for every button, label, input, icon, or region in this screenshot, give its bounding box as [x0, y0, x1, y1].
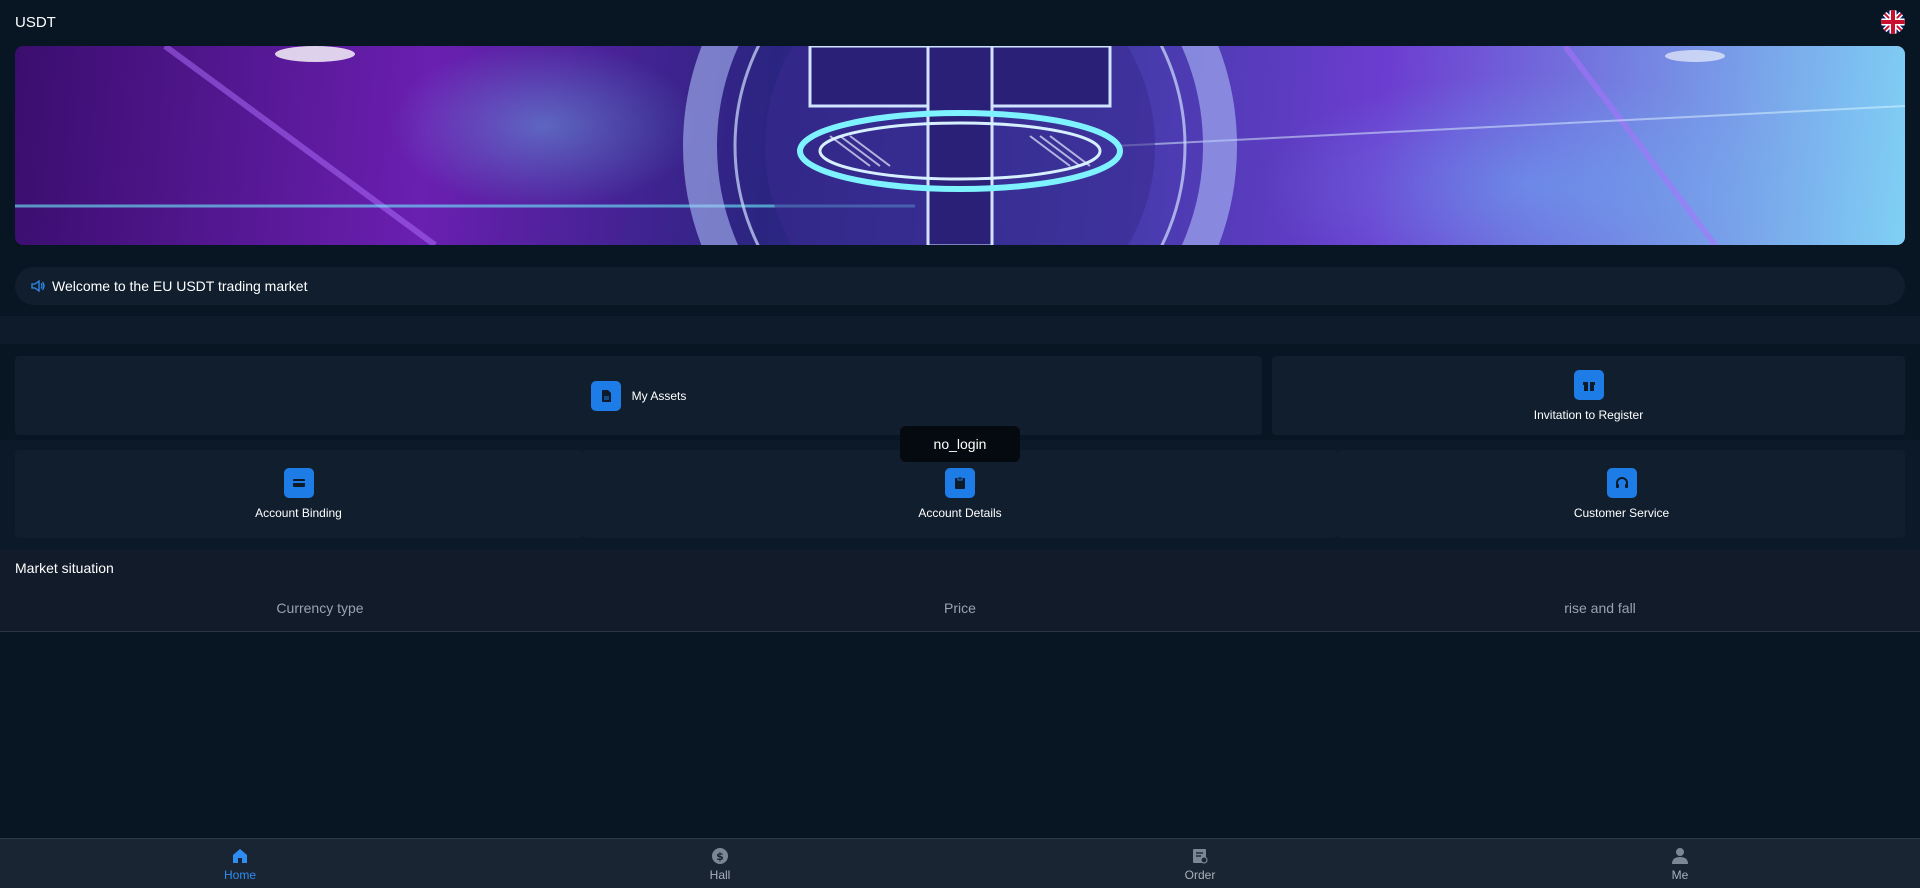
account-details-label: Account Details	[918, 506, 1002, 520]
tab-me[interactable]: Me	[1440, 839, 1920, 888]
app-title: USDT	[15, 13, 56, 31]
order-icon	[1190, 846, 1210, 866]
card-icon	[283, 468, 314, 498]
tab-label: Home	[223, 867, 256, 882]
notice-text: Welcome to the EU USDT trading market	[52, 278, 308, 294]
promo-banner[interactable]	[15, 46, 1905, 245]
user-icon	[1670, 846, 1690, 866]
column-header-currency: Currency type	[276, 600, 364, 616]
market-section: Market situation Currency type Price ris…	[0, 550, 1920, 632]
account-details-button[interactable]: Account Details	[582, 450, 1338, 538]
tab-order[interactable]: Order	[960, 839, 1440, 888]
market-title: Market situation	[15, 560, 114, 576]
header: USDT	[0, 0, 1920, 44]
svg-text:$: $	[716, 850, 724, 863]
headset-icon	[1606, 468, 1637, 498]
market-table-header: Currency type Price rise and fall	[0, 600, 1920, 620]
tab-home[interactable]: Home	[0, 839, 480, 888]
invitation-button[interactable]: Invitation to Register	[1272, 356, 1905, 435]
home-icon	[230, 846, 250, 866]
gift-icon	[1573, 369, 1604, 400]
tab-hall[interactable]: $ Hall	[480, 839, 960, 888]
uk-flag-icon[interactable]	[1881, 10, 1905, 34]
speaker-icon	[30, 278, 46, 294]
dollar-icon: $	[710, 846, 730, 866]
account-binding-label: Account Binding	[255, 506, 342, 520]
toast-message: no_login	[900, 426, 1020, 462]
tab-label: Me	[1671, 867, 1689, 882]
tab-label: Hall	[709, 867, 731, 882]
account-binding-button[interactable]: Account Binding	[15, 450, 582, 538]
column-header-price: Price	[944, 600, 976, 616]
customer-service-label: Customer Service	[1573, 506, 1670, 520]
clipboard-icon	[945, 468, 975, 498]
column-header-change: rise and fall	[1564, 600, 1636, 616]
tab-label: Order	[1184, 867, 1216, 882]
my-assets-label: My Assets	[631, 388, 687, 403]
document-icon	[590, 380, 621, 411]
notice-bar: Welcome to the EU USDT trading market	[15, 267, 1905, 305]
section-divider	[0, 316, 1920, 344]
customer-service-button[interactable]: Customer Service	[1338, 450, 1905, 538]
bottom-tab-bar: Home $ Hall Order Me	[0, 838, 1920, 888]
invitation-label: Invitation to Register	[1533, 407, 1644, 422]
my-assets-button[interactable]: My Assets	[15, 356, 1262, 435]
